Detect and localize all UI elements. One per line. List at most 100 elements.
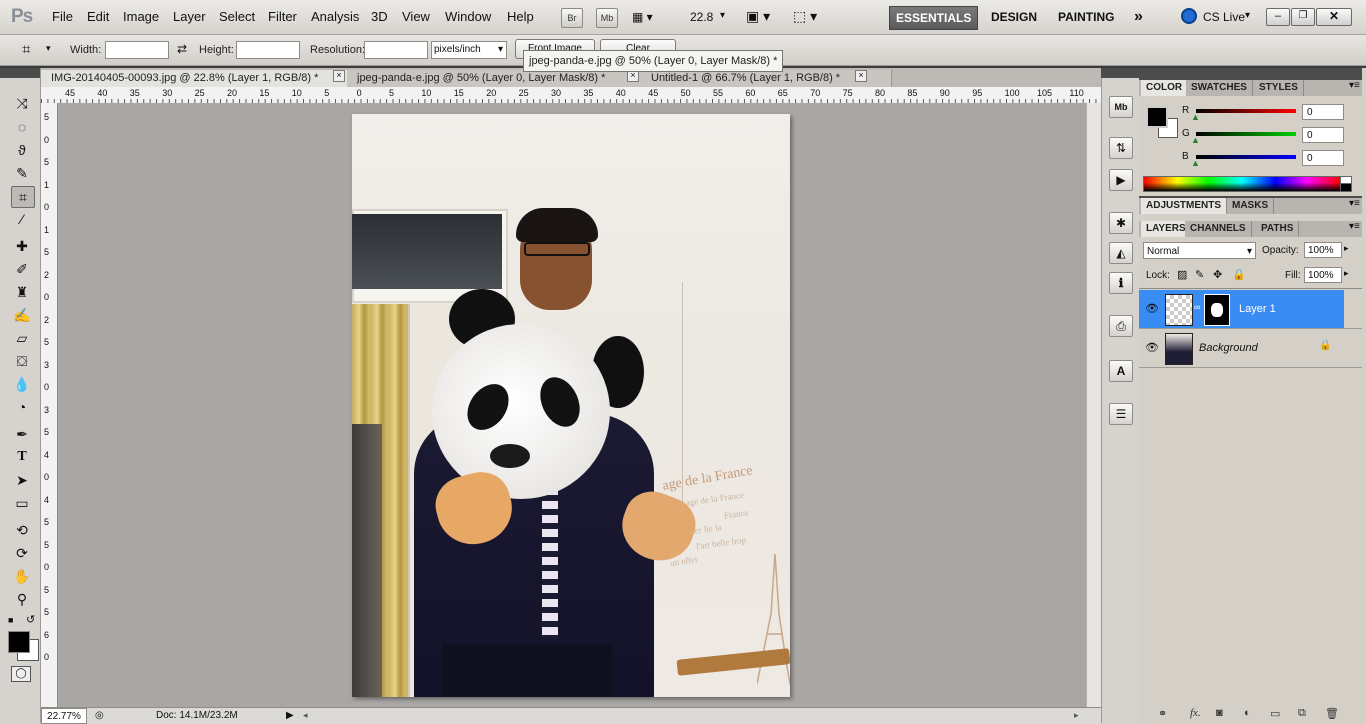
crop-tool-icon[interactable]: ⌗	[22, 41, 30, 58]
resolution-field[interactable]	[364, 41, 428, 59]
close-icon[interactable]: ×	[333, 70, 345, 82]
new-layer-icon[interactable]: ⧉	[1298, 707, 1306, 720]
blur-tool-icon[interactable]: 💧	[11, 374, 33, 394]
dodge-tool-icon[interactable]: ◔	[11, 397, 33, 417]
panel-menu-icon[interactable]: ▾≡	[1349, 221, 1360, 232]
layer-mask-thumbnail[interactable]	[1204, 294, 1230, 326]
link-icon[interactable]: ∞	[1194, 302, 1200, 312]
menu-file[interactable]: File	[52, 9, 73, 24]
tab-masks[interactable]: MASKS	[1227, 198, 1275, 214]
zoom-level[interactable]: 22.8	[690, 10, 713, 24]
histogram-icon[interactable]: ◭	[1109, 242, 1133, 264]
menu-filter[interactable]: Filter	[268, 9, 297, 24]
path-select-tool-icon[interactable]: ➤	[11, 470, 33, 490]
add-mask-icon[interactable]: ◙	[1216, 707, 1223, 719]
spectrum-black[interactable]	[1340, 183, 1352, 192]
blue-slider[interactable]	[1196, 155, 1296, 159]
opacity-field[interactable]: 100%	[1304, 242, 1342, 258]
eraser-tool-icon[interactable]: ▱	[11, 328, 33, 348]
fx-icon[interactable]: fx.	[1190, 707, 1201, 719]
color-spectrum[interactable]	[1143, 176, 1341, 192]
quick-mask-icon[interactable]: ◯	[11, 666, 31, 682]
pen-tool-icon[interactable]: ✒	[11, 424, 33, 444]
lock-position-icon[interactable]: ✥	[1213, 268, 1222, 281]
lasso-tool-icon[interactable]: ϑ	[11, 140, 33, 160]
green-value[interactable]: 0	[1302, 127, 1344, 143]
slider-thumb-icon[interactable]: ▲	[1191, 135, 1200, 145]
chevron-down-icon[interactable]: ▾	[1245, 10, 1250, 21]
eye-icon[interactable]: 👁	[1145, 341, 1159, 354]
crop-tool-icon[interactable]: ⌗	[11, 186, 35, 208]
workspace-painting[interactable]: PAINTING	[1052, 6, 1120, 28]
menu-window[interactable]: Window	[445, 9, 491, 24]
bridge-button[interactable]: Br	[561, 8, 583, 28]
green-slider[interactable]	[1196, 132, 1296, 136]
quick-select-tool-icon[interactable]: ✎	[11, 163, 33, 183]
default-colors-icon[interactable]: ■	[8, 615, 13, 625]
tab-paths[interactable]: PATHS	[1256, 221, 1300, 237]
menu-3d[interactable]: 3D	[371, 9, 388, 24]
tab-swatches[interactable]: SWATCHES	[1186, 80, 1253, 96]
link-layers-icon[interactable]: ⚭	[1158, 707, 1167, 720]
move-tool-icon[interactable]: ⤨	[11, 93, 33, 113]
status-info-icon[interactable]: ◎	[95, 710, 104, 721]
menu-analysis[interactable]: Analysis	[311, 9, 359, 24]
layer-name[interactable]: Background	[1199, 342, 1258, 354]
tab-styles[interactable]: STYLES	[1254, 80, 1304, 96]
chevron-right-icon[interactable]: ▸	[1344, 243, 1349, 254]
hand-tool-icon[interactable]: ✋	[11, 566, 33, 586]
swap-icon[interactable]: ⇄	[177, 42, 187, 56]
menu-help[interactable]: Help	[507, 9, 534, 24]
chevron-right-icon[interactable]: ▸	[1344, 268, 1349, 279]
height-field[interactable]	[236, 41, 300, 59]
tab-adjustments[interactable]: ADJUSTMENTS	[1141, 198, 1228, 214]
new-group-icon[interactable]: ▭	[1270, 707, 1280, 720]
trash-icon[interactable]: 🗑	[1325, 707, 1339, 720]
tab-jpeg-panda[interactable]: jpeg-panda-e.jpg @ 50% (Layer 0, Layer M…	[347, 70, 650, 87]
layer-row-layer-1[interactable]: 👁 ∞ Layer 1	[1139, 290, 1344, 328]
layer-row-background[interactable]: 👁 Background 🔒	[1139, 329, 1344, 367]
scroll-right-icon[interactable]: ▸	[1074, 710, 1079, 721]
panel-menu-icon[interactable]: ▾≡	[1349, 80, 1360, 91]
foreground-swatch[interactable]	[1146, 106, 1168, 128]
rectangle-tool-icon[interactable]: ▭	[11, 493, 33, 513]
chevron-down-icon[interactable]: ▾	[46, 43, 51, 54]
zoom-field[interactable]: 22.77%	[41, 708, 87, 724]
mini-bridge-button[interactable]: Mb	[596, 8, 618, 28]
red-slider[interactable]	[1196, 109, 1296, 113]
restore-button[interactable]: ❐	[1291, 8, 1315, 26]
menu-edit[interactable]: Edit	[87, 9, 109, 24]
blend-mode-select[interactable]: Normal ▾	[1143, 242, 1256, 259]
view-extras-icon[interactable]: ▦ ▾	[632, 10, 653, 24]
stamp-icon[interactable]: ⎙	[1109, 315, 1133, 337]
lock-transparent-icon[interactable]: ▨	[1177, 268, 1187, 281]
screen-mode-icon[interactable]: ⬚ ▾	[793, 8, 817, 25]
workspace-design[interactable]: DESIGN	[985, 6, 1043, 28]
3d-rotate-tool-icon[interactable]: ⟲	[11, 520, 33, 540]
zoom-tool-icon[interactable]: ⚲	[11, 589, 33, 609]
marquee-tool-icon[interactable]: ◌	[11, 117, 33, 137]
arrange-documents-icon[interactable]: ▣ ▾	[746, 8, 770, 25]
menu-select[interactable]: Select	[219, 9, 255, 24]
paint-bucket-tool-icon[interactable]: ⛋	[11, 351, 33, 371]
menu-image[interactable]: Image	[123, 9, 159, 24]
cs-live-menu[interactable]: CS Live	[1203, 10, 1245, 24]
tab-img-20140405[interactable]: IMG-20140405-00093.jpg @ 22.8% (Layer 1,…	[41, 70, 356, 87]
play-icon[interactable]: ▶	[1109, 169, 1133, 191]
width-field[interactable]	[105, 41, 169, 59]
minimize-button[interactable]: –	[1266, 8, 1290, 26]
clone-source-icon[interactable]: ⇅	[1109, 137, 1133, 159]
vertical-scrollbar[interactable]	[1086, 103, 1102, 707]
more-workspaces-icon[interactable]: »	[1128, 6, 1149, 28]
healing-brush-tool-icon[interactable]: ✚	[11, 236, 33, 256]
brush-tool-icon[interactable]: ✐	[11, 259, 33, 279]
slider-thumb-icon[interactable]: ▲	[1191, 112, 1200, 122]
chevron-down-icon[interactable]: ▾	[720, 10, 725, 21]
scroll-left-icon[interactable]: ◂	[303, 710, 308, 721]
close-icon[interactable]: ×	[855, 70, 867, 82]
history-brush-tool-icon[interactable]: ✍	[11, 305, 33, 325]
3d-orbit-tool-icon[interactable]: ⟳	[11, 543, 33, 563]
mini-bridge-icon[interactable]: Mb	[1109, 96, 1133, 118]
star-icon[interactable]: ✱	[1109, 212, 1133, 234]
adjustment-layer-icon[interactable]: ◐	[1244, 707, 1251, 719]
